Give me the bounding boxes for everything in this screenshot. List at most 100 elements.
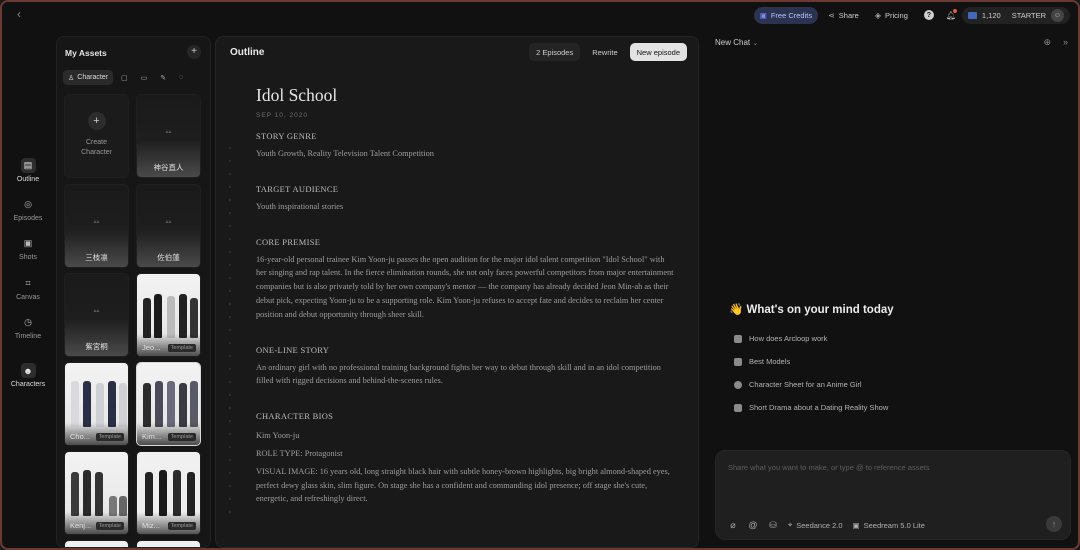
asset-tabs: ♙ Character ▢ ▭ ✎ ◌ bbox=[63, 70, 188, 85]
tab-character-label: Character bbox=[77, 74, 109, 81]
section-heading: CORE PREMISE bbox=[256, 236, 321, 247]
suggestion-item[interactable]: Best Models bbox=[734, 357, 790, 366]
create-character-label: Create Character bbox=[65, 138, 128, 158]
chat-title: New Chat bbox=[715, 38, 751, 47]
rail-item-label: Outline bbox=[16, 176, 40, 183]
tab-images[interactable]: ▭ bbox=[136, 70, 153, 85]
film-reel-icon: ◎ bbox=[24, 199, 32, 209]
credits-count: 1,120 bbox=[981, 10, 1001, 20]
placeholder-icon: ▴▴ bbox=[93, 308, 100, 314]
models-icon bbox=[734, 357, 742, 366]
top-actions: ▣ Free Credits ⋖ Share ◈ Pricing ? 🔔︎ 1,… bbox=[753, 6, 1070, 24]
rail-item-outline[interactable]: ▤ Outline bbox=[2, 158, 54, 183]
template-badge: Template bbox=[95, 522, 124, 530]
section-text: 16-year-old personal trainee Kim Yoon-ju… bbox=[256, 254, 674, 319]
prop-icon: ✎ bbox=[160, 74, 167, 82]
character-card[interactable]: ▴▴ 佐伯蓮 bbox=[136, 184, 201, 268]
paperclip-icon[interactable]: ⌀ bbox=[728, 520, 738, 530]
character-thumbnail bbox=[65, 541, 128, 547]
help-icon: ? bbox=[923, 10, 934, 20]
suggestion-label: Best Models bbox=[749, 357, 791, 366]
pricing-button[interactable]: ◈ Pricing bbox=[869, 7, 914, 24]
share-label: Share bbox=[838, 10, 859, 20]
create-character-card[interactable]: + Create Character bbox=[64, 94, 129, 178]
create-label-line2: Character bbox=[81, 149, 112, 156]
outline-title: Outline bbox=[230, 47, 265, 58]
free-credits-label: Free Credits bbox=[770, 10, 813, 20]
gift-icon: ▣ bbox=[759, 10, 767, 20]
character-card[interactable]: ▴▴ 神谷直人 bbox=[136, 94, 201, 178]
rail-item-characters[interactable]: ☻ Characters bbox=[2, 363, 54, 388]
suggestion-item[interactable]: How does Arcloop work bbox=[734, 334, 827, 343]
clock-icon: ◷ bbox=[24, 317, 32, 327]
character-name: 三枝凛 bbox=[85, 253, 108, 262]
create-label-line1: Create bbox=[85, 139, 107, 146]
section-text: Youth inspirational stories bbox=[256, 201, 344, 211]
rail-item-canvas[interactable]: ⌗ Canvas bbox=[2, 276, 54, 301]
document-date: SEP 10, 2020 bbox=[256, 112, 308, 119]
add-asset-button[interactable]: + bbox=[187, 45, 201, 59]
episodes-button[interactable]: 2 Episodes bbox=[529, 43, 581, 61]
book-icon bbox=[734, 334, 742, 343]
character-card-selected[interactable]: Kim... Template bbox=[136, 362, 201, 446]
share-button[interactable]: ⋖ Share bbox=[822, 7, 865, 24]
section-text: An ordinary girl with no professional tr… bbox=[256, 362, 661, 386]
model-label: Seedream 5.0 Lite bbox=[863, 520, 925, 530]
suggestion-label: How does Arcloop work bbox=[749, 334, 828, 343]
character-card[interactable] bbox=[64, 540, 129, 547]
section-heading: CHARACTER BIOS bbox=[256, 411, 334, 422]
suggestion-item[interactable]: Character Sheet for an Anime Girl bbox=[734, 380, 862, 389]
outline-actions: 2 Episodes Rewrite New episode bbox=[529, 43, 687, 61]
document-title: Idol School bbox=[256, 85, 338, 105]
character-card[interactable]: Jeo... Template bbox=[136, 273, 201, 357]
rewrite-button[interactable]: Rewrite bbox=[585, 43, 624, 61]
rail-item-shots[interactable]: ▣ Shots bbox=[2, 236, 54, 261]
collapse-panel-icon[interactable]: » bbox=[1063, 37, 1068, 48]
character-name-line: Kim Yoon-ju bbox=[256, 431, 300, 441]
help-button[interactable]: ? bbox=[918, 7, 940, 24]
model-selector-video[interactable]: ⌖ Seedance 2.0 bbox=[788, 520, 843, 530]
chevron-down-icon: ⌄ bbox=[752, 40, 759, 47]
new-episode-button[interactable]: New episode bbox=[629, 43, 687, 61]
asset-icon[interactable]: ⛁ bbox=[768, 520, 778, 530]
tab-props[interactable]: ✎ bbox=[155, 70, 171, 85]
rail-item-episodes[interactable]: ◎ Episodes bbox=[2, 197, 54, 222]
character-card[interactable]: ▴▴ 三枝凛 bbox=[64, 184, 129, 268]
new-chat-icon[interactable]: ⊕ bbox=[1043, 37, 1051, 48]
free-credits-button[interactable]: ▣ Free Credits bbox=[753, 6, 819, 24]
person-icon: ♙ bbox=[68, 74, 75, 82]
character-name: 佐伯蓮 bbox=[157, 253, 180, 262]
chat-greeting: 👋 What's on your mind today bbox=[729, 304, 894, 316]
rail-item-label: Characters bbox=[10, 381, 46, 388]
character-name: 神谷直人 bbox=[153, 163, 184, 172]
model-selector-image[interactable]: ▣ Seedream 5.0 Lite bbox=[853, 521, 925, 530]
suggestion-label: Character Sheet for an Anime Girl bbox=[749, 380, 862, 389]
tab-scenes[interactable]: ▢ bbox=[116, 70, 133, 85]
rail-item-timeline[interactable]: ◷ Timeline bbox=[2, 315, 54, 340]
character-card[interactable]: Miz... Template bbox=[136, 451, 201, 535]
tab-audio[interactable]: ◌ bbox=[174, 70, 188, 85]
tab-character[interactable]: ♙ Character bbox=[63, 70, 114, 85]
plan-badge: STARTER bbox=[1011, 10, 1046, 20]
audio-icon: ◌ bbox=[179, 74, 184, 81]
notifications-button[interactable]: 🔔︎ bbox=[944, 8, 958, 22]
crop-icon: ⌗ bbox=[25, 278, 31, 288]
send-button[interactable]: ↑ bbox=[1046, 516, 1062, 532]
at-icon[interactable]: @ bbox=[748, 520, 758, 530]
back-chevron-icon[interactable]: ‹ bbox=[12, 7, 26, 21]
character-card[interactable]: Cho... Template bbox=[64, 362, 129, 446]
placeholder-icon: ▴▴ bbox=[165, 219, 172, 225]
visual-image-line: VISUAL IMAGE: 16 years old, long straigh… bbox=[256, 466, 670, 504]
account-menu[interactable]: 1,120 STARTER ☺ bbox=[961, 6, 1070, 24]
chat-composer[interactable]: Share what you want to make, or type @ t… bbox=[715, 450, 1071, 540]
role-type-line: ROLE TYPE: Protagonist bbox=[256, 448, 343, 458]
suggestion-item[interactable]: Short Drama about a Dating Reality Show bbox=[734, 403, 888, 412]
composer-input[interactable]: Share what you want to make, or type @ t… bbox=[728, 463, 929, 472]
chat-selector[interactable]: New Chat ⌄ bbox=[715, 38, 758, 47]
character-card[interactable]: ▴▴ 紫宮桐 bbox=[64, 273, 129, 357]
character-card[interactable]: Kenj... Template bbox=[64, 451, 129, 535]
character-name: 紫宮桐 bbox=[85, 342, 108, 351]
outline-document[interactable]: Idol School SEP 10, 2020 STORY GENRE You… bbox=[256, 85, 676, 506]
character-card[interactable] bbox=[136, 540, 201, 547]
image-icon: ▭ bbox=[140, 74, 148, 82]
